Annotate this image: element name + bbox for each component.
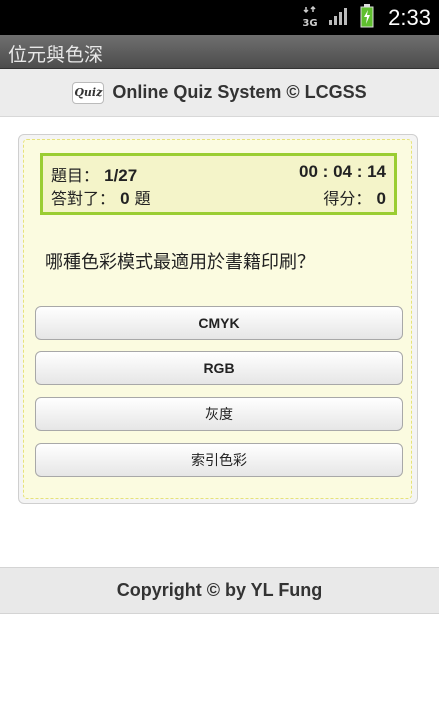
option-button-4[interactable]: 索引色彩 — [35, 443, 403, 477]
app-title: Online Quiz System © LCGSS — [112, 82, 367, 102]
question-value: 1/27 — [104, 166, 138, 185]
title-bar: 位元與色深 — [0, 35, 439, 69]
window-title: 位元與色深 — [8, 44, 104, 66]
footer: Copyright © by YL Fung — [0, 567, 439, 614]
copyright-text: Copyright © by YL Fung — [116, 580, 323, 600]
score-row-progress: 題目： 1/27 00 : 04 : 14 — [51, 162, 386, 186]
score-value: 0 — [376, 189, 386, 208]
option-button-2[interactable]: RGB — [35, 351, 403, 385]
battery-charging-icon — [360, 3, 374, 32]
answered-label: 答對了： — [51, 189, 116, 208]
timer: 00 : 04 : 14 — [299, 162, 386, 181]
question-counter: 題目： 1/27 — [51, 162, 137, 186]
question-label: 題目： — [51, 166, 100, 185]
score-panel: 題目： 1/27 00 : 04 : 14 答對了： 0 題 得分： 0 — [40, 153, 397, 215]
quiz-logo-icon: Quiz — [72, 81, 105, 104]
signal-icon — [328, 6, 350, 30]
clock: 2:33 — [388, 4, 431, 30]
answered-value: 0 — [120, 189, 130, 208]
answered-unit: 題 — [134, 189, 151, 208]
network-label: 3G — [303, 18, 318, 28]
status-icons: 3G 2:33 — [302, 0, 431, 35]
blank-area — [0, 614, 439, 725]
option-button-3[interactable]: 灰度 — [35, 397, 403, 431]
score-row-results: 答對了： 0 題 得分： 0 — [51, 185, 386, 209]
score-label: 得分： — [323, 189, 372, 208]
option-button-1[interactable]: CMYK — [35, 306, 403, 340]
network-3g-icon: 3G — [302, 5, 318, 30]
app-header: Quiz Online Quiz System © LCGSS — [0, 69, 439, 117]
status-bar: 3G 2:33 — [0, 0, 439, 35]
score-counter: 得分： 0 — [323, 185, 386, 209]
answered-counter: 答對了： 0 題 — [51, 185, 151, 209]
question-text: 哪種色彩模式最適用於書籍印刷？ — [45, 252, 315, 273]
